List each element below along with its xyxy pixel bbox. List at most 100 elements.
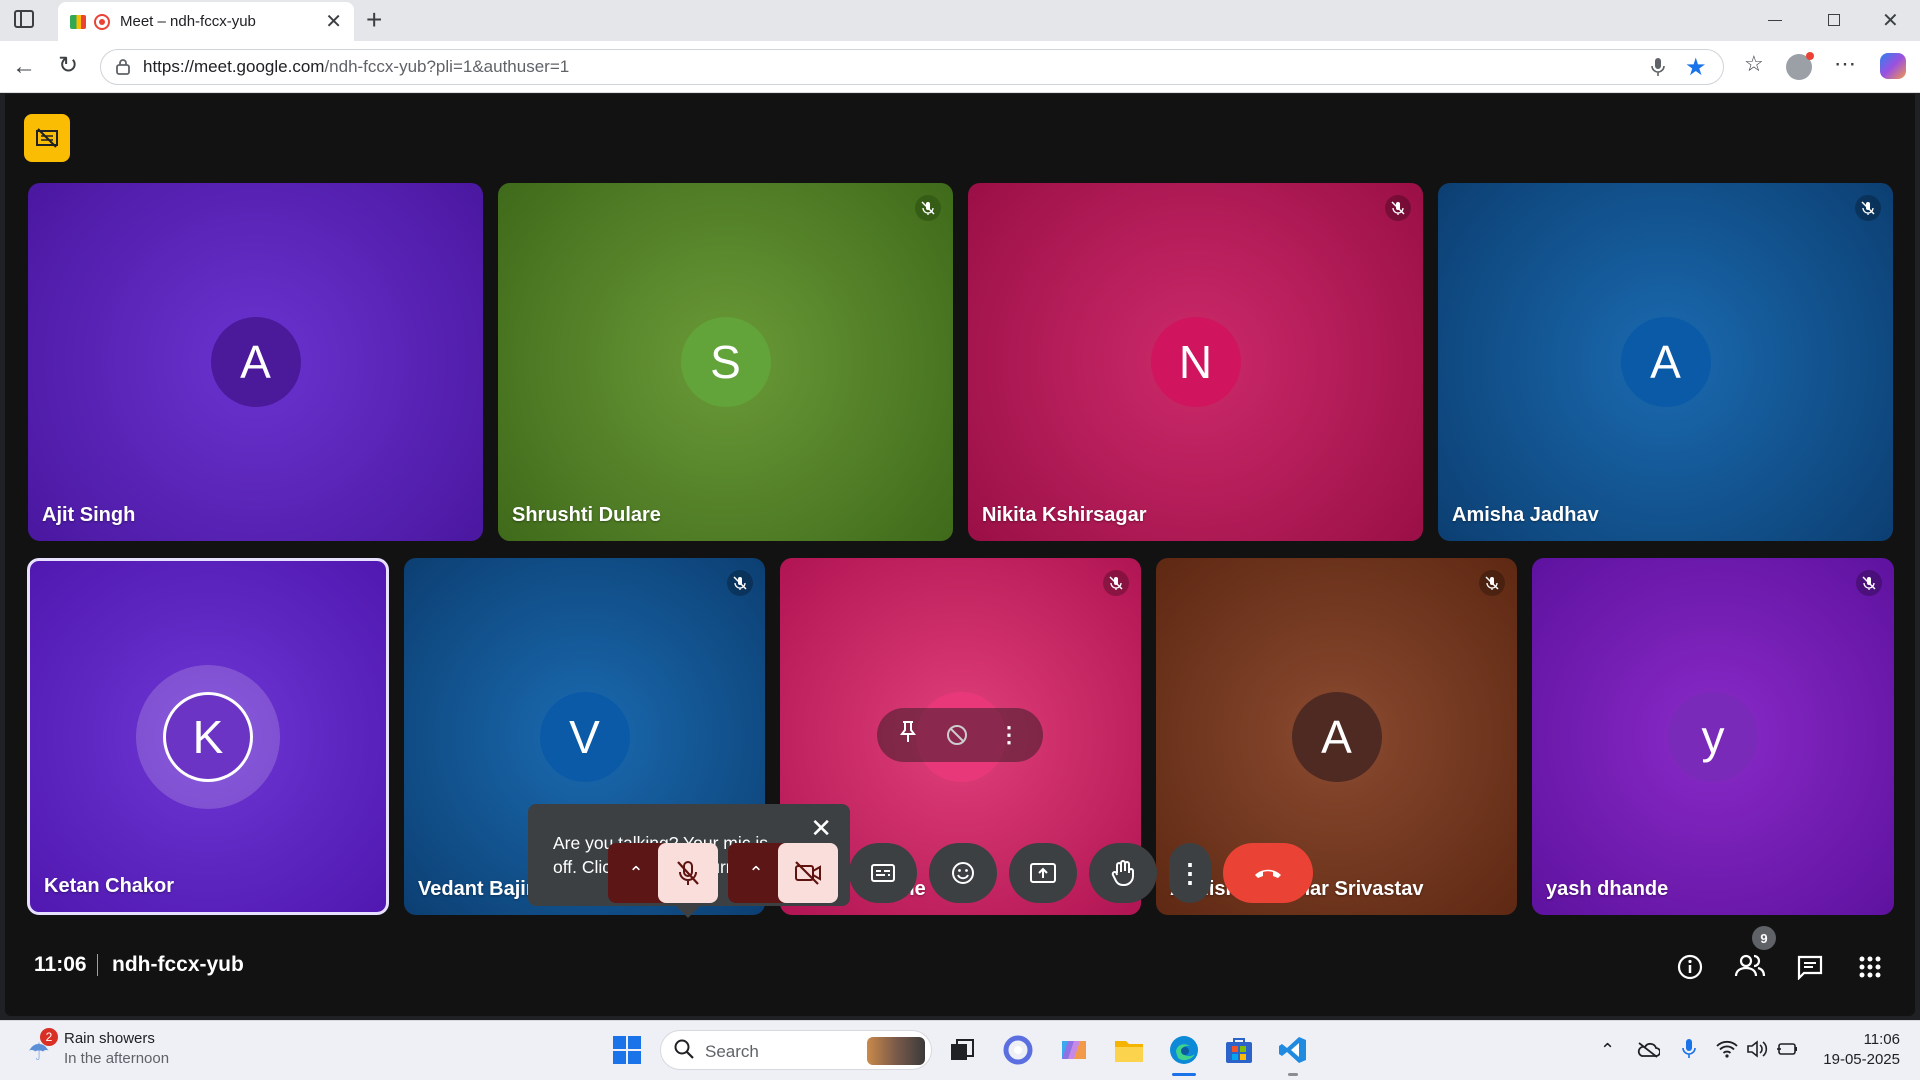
task-view-icon[interactable] — [942, 1030, 982, 1070]
wifi-icon[interactable] — [1716, 1040, 1738, 1063]
participant-name: Ajit Singh — [42, 504, 136, 526]
mic-muted-icon — [1479, 570, 1505, 596]
search-placeholder: Search — [705, 1042, 759, 1061]
participant-name: Nikita Kshirsagar — [982, 504, 1147, 526]
mic-muted-icon — [1103, 570, 1129, 596]
present-screen-button[interactable] — [1009, 843, 1077, 903]
more-menu-icon[interactable]: ⋯ — [1834, 53, 1856, 75]
mic-muted-icon — [1385, 195, 1411, 221]
weather-title: Rain showers — [64, 1030, 155, 1047]
participant-avatar: S — [680, 317, 771, 407]
file-explorer-icon[interactable] — [1109, 1030, 1149, 1070]
leave-call-button[interactable] — [1223, 843, 1313, 903]
participant-tile[interactable]: A Ajit Singh — [28, 183, 483, 541]
mic-access-icon[interactable] — [1651, 57, 1665, 82]
hand-icon — [1111, 860, 1134, 887]
browser-tab[interactable]: Meet – ndh-fccx-yub ✕ — [58, 2, 354, 41]
battery-icon[interactable] — [1776, 1041, 1798, 1062]
mic-muted-icon — [1856, 570, 1882, 596]
weather-subtitle: In the afternoon — [64, 1050, 170, 1067]
site-info-icon[interactable] — [115, 58, 131, 76]
mic-muted-icon — [727, 570, 753, 596]
clock-date[interactable]: 19-05-2025 — [1808, 1051, 1900, 1068]
microsoft-store-icon[interactable] — [1219, 1030, 1259, 1070]
active-app-indicator — [1172, 1073, 1196, 1076]
more-options-icon[interactable]: ⋮ — [998, 722, 1020, 748]
participant-avatar: A — [1291, 691, 1382, 782]
participant-tile[interactable]: N Nikita Kshirsagar — [968, 183, 1423, 541]
minimize-icon[interactable] — [1768, 20, 1782, 21]
vscode-icon[interactable] — [1273, 1030, 1313, 1076]
emoji-icon — [952, 862, 974, 884]
mute-for-everyone-icon[interactable] — [942, 720, 972, 750]
camera-off-icon — [795, 861, 821, 885]
meeting-time: 11:06 — [34, 953, 87, 976]
more-options-button[interactable]: ⋮ — [1169, 843, 1211, 903]
mic-muted-icon — [915, 195, 941, 221]
meet-favicon-icon — [70, 14, 86, 29]
participant-avatar: K — [163, 691, 253, 782]
clock-time[interactable]: 11:06 — [1848, 1031, 1900, 1048]
close-tab-icon[interactable]: ✕ — [325, 9, 342, 34]
reactions-button[interactable] — [929, 843, 997, 903]
people-icon[interactable] — [1734, 952, 1766, 985]
reload-icon[interactable]: ↻ — [58, 54, 78, 78]
tray-overflow-icon[interactable]: ⌃ — [1600, 1040, 1615, 1061]
pin-icon[interactable] — [900, 720, 916, 750]
participant-name: Amisha Jadhav — [1452, 504, 1599, 526]
url-path: /ndh-fccx-yub?pli=1&authuser=1 — [324, 57, 570, 76]
participant-tile[interactable]: S Shrushti Dulare — [498, 183, 953, 541]
copilot-icon[interactable] — [1880, 53, 1906, 79]
weather-widget[interactable]: ☂ 2 Rain showers In the afternoon — [24, 1028, 224, 1072]
onedrive-icon[interactable] — [1636, 1042, 1661, 1063]
search-highlight-icon — [867, 1037, 925, 1065]
copilot-app-icon[interactable] — [998, 1030, 1038, 1070]
favorites-icon[interactable]: ☆ — [1744, 53, 1764, 75]
participant-avatar: V — [539, 691, 630, 782]
taskbar-search-box[interactable]: Search — [660, 1030, 932, 1070]
meeting-details-icon[interactable] — [1676, 953, 1704, 986]
edge-browser-icon[interactable] — [1164, 1030, 1204, 1076]
close-window-icon[interactable]: ✕ — [1882, 8, 1899, 33]
sidebar-toggle-icon[interactable] — [14, 10, 34, 28]
app-running-indicator — [1288, 1073, 1298, 1076]
chat-icon[interactable] — [1796, 954, 1824, 985]
mic-toggle-button[interactable] — [658, 843, 718, 903]
raise-hand-button[interactable] — [1089, 843, 1157, 903]
camera-off-badge-icon[interactable] — [24, 114, 70, 162]
start-button[interactable] — [607, 1030, 647, 1070]
participant-avatar: N — [1150, 317, 1241, 407]
participant-tile[interactable]: A Amisha Jadhav — [1438, 183, 1893, 541]
participant-avatar: y — [1668, 691, 1758, 782]
participant-name: Ketan Chakor — [44, 875, 175, 897]
mic-muted-icon — [1855, 195, 1881, 221]
tile-hover-actions: ⋮ — [877, 708, 1043, 762]
participant-tile-active-speaker[interactable]: K Ketan Chakor — [27, 558, 389, 915]
url-host: https://meet.google.com — [143, 57, 325, 76]
meeting-code: ndh-fccx-yub — [112, 953, 244, 976]
participant-tile[interactable]: y yash dhande — [1532, 558, 1894, 915]
more-vert-icon: ⋮ — [1177, 857, 1203, 888]
address-bar[interactable]: https://meet.google.com/ndh-fccx-yub?pli… — [100, 49, 1724, 85]
favorite-star-icon[interactable]: ★ — [1685, 53, 1707, 82]
new-tab-icon[interactable]: + — [366, 4, 382, 36]
participant-name: Vedant Bajir — [418, 878, 534, 900]
search-icon — [673, 1038, 695, 1065]
back-icon[interactable]: ← — [12, 55, 36, 79]
mic-off-icon — [677, 861, 699, 885]
profile-avatar[interactable] — [1786, 52, 1814, 80]
people-count-badge: 9 — [1752, 926, 1776, 950]
participant-avatar: A — [210, 317, 301, 407]
participant-name: Shrushti Dulare — [512, 504, 661, 526]
present-icon — [1030, 863, 1056, 883]
copilot-icon[interactable] — [1054, 1030, 1094, 1070]
captions-button[interactable] — [849, 843, 917, 903]
participant-name: yash dhande — [1546, 878, 1669, 900]
volume-icon[interactable] — [1746, 1040, 1768, 1063]
close-tooltip-icon[interactable]: ✕ — [810, 815, 832, 841]
end-call-icon — [1255, 869, 1281, 878]
activities-grid-icon[interactable] — [1858, 955, 1882, 984]
restore-icon[interactable] — [1828, 14, 1840, 26]
microphone-tray-icon[interactable] — [1682, 1038, 1696, 1065]
camera-toggle-button[interactable] — [778, 843, 838, 903]
